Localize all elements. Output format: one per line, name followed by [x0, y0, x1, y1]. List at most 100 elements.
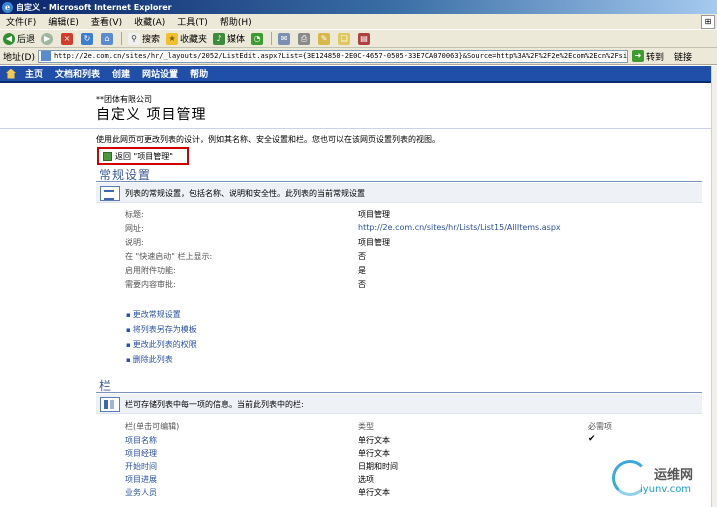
setting-value-title: 项目管理: [358, 210, 390, 219]
columns-icon: [100, 397, 120, 412]
change-permissions-link[interactable]: 更改此列表的权限: [126, 339, 197, 350]
edit-icon: ✎: [318, 32, 331, 45]
back-link-box[interactable]: 返回 "项目管理": [97, 147, 189, 165]
nav-documents-lists[interactable]: 文档和列表: [49, 67, 106, 80]
column-type: 选项: [358, 475, 374, 484]
media-button[interactable]: ♪ 媒体: [213, 32, 245, 45]
mail-icon: ✉: [278, 32, 291, 45]
setting-label-approval: 需要内容审批:: [125, 280, 176, 289]
setting-value-approval: 否: [358, 280, 366, 289]
mail-button[interactable]: ✉: [278, 32, 292, 45]
change-general-settings-link[interactable]: 更改常规设置: [126, 309, 181, 320]
address-bar: 地址(D) http://2e.com.cn/sites/hr/_layouts…: [0, 48, 717, 65]
delete-list-link[interactable]: 删除此列表: [126, 354, 173, 365]
refresh-button[interactable]: ↻: [81, 32, 95, 45]
column-header-type: 类型: [358, 422, 374, 431]
stop-button[interactable]: ×: [61, 32, 75, 45]
discuss-button[interactable]: ❏: [338, 32, 352, 45]
page-icon: [40, 51, 51, 61]
nav-home[interactable]: 主页: [19, 67, 49, 80]
print-button[interactable]: ⎙: [298, 32, 312, 45]
column-name-link[interactable]: 项目经理: [125, 448, 157, 459]
nav-help[interactable]: 帮助: [184, 67, 214, 80]
media-icon: ♪: [213, 32, 226, 45]
page-description: 使用此网页可更改列表的设计，例如其名称、安全设置和栏。您也可以在该网页设置列表的…: [96, 135, 440, 144]
address-input[interactable]: http://2e.com.cn/sites/hr/_layouts/2052/…: [37, 49, 628, 63]
ie-icon: e: [2, 1, 13, 13]
search-icon: ⚲: [128, 32, 141, 45]
discuss-icon: ❏: [338, 32, 351, 45]
stop-icon: ×: [61, 32, 74, 45]
menu-help[interactable]: 帮助(H): [214, 15, 258, 28]
favorites-button[interactable]: ★ 收藏夹: [166, 32, 207, 45]
column-type: 单行文本: [358, 488, 390, 497]
home-button[interactable]: ⌂: [101, 32, 115, 45]
menu-edit[interactable]: 编辑(E): [42, 15, 85, 28]
watermark: 运维网 iyunv.com: [604, 456, 712, 504]
nav-create[interactable]: 创建: [106, 67, 136, 80]
left-pane: [0, 130, 90, 507]
setting-value-quicklaunch: 否: [358, 252, 366, 261]
print-icon: ⎙: [298, 32, 311, 45]
back-button[interactable]: ◀ 后退: [3, 32, 35, 45]
menu-favorites[interactable]: 收藏(A): [128, 15, 171, 28]
home-nav-icon: [6, 68, 16, 79]
address-url: http://2e.com.cn/sites/hr/_layouts/2052/…: [53, 52, 628, 60]
page-title: 自定义 项目管理: [96, 107, 207, 123]
column-name-link[interactable]: 开始时间: [125, 461, 157, 472]
setting-label-description: 说明:: [125, 238, 144, 247]
check-icon: ✔: [588, 434, 596, 444]
search-button[interactable]: ⚲ 搜索: [128, 32, 160, 45]
window-title: 自定义 - Microsoft Internet Explorer: [16, 2, 172, 12]
watermark-name: 运维网: [654, 468, 694, 483]
menu-file[interactable]: 文件(F): [0, 15, 42, 28]
menu-tools[interactable]: 工具(T): [171, 15, 214, 28]
column-name-link[interactable]: 项目名称: [125, 435, 157, 446]
toolbar-separator: [121, 32, 123, 45]
setting-label-title: 标题:: [125, 210, 144, 219]
setting-label-url: 网址:: [125, 224, 144, 233]
column-header-name: 栏(单击可编辑): [125, 422, 180, 431]
menu-bar: 文件(F) 编辑(E) 查看(V) 收藏(A) 工具(T) 帮助(H): [0, 14, 717, 30]
forward-arrow-icon: ▶: [41, 32, 54, 45]
window-titlebar: e 自定义 - Microsoft Internet Explorer: [0, 0, 717, 14]
menu-view[interactable]: 查看(V): [85, 15, 128, 28]
setting-value-attachments: 是: [358, 266, 366, 275]
settings-icon: [100, 186, 120, 201]
history-button[interactable]: ◔: [251, 32, 265, 45]
search-label: 搜索: [142, 35, 161, 45]
back-link[interactable]: 返回 "项目管理": [115, 151, 173, 162]
windows-logo-icon: ⊞: [701, 15, 715, 29]
history-icon: ◔: [251, 32, 264, 45]
go-button[interactable]: ➜ 转到: [631, 50, 664, 63]
edit-button[interactable]: ✎: [318, 32, 332, 45]
setting-value-url[interactable]: http://2e.com.cn/sites/hr/Lists/List15/A…: [358, 223, 561, 232]
research-icon: ▤: [358, 32, 371, 45]
section-rule: [96, 181, 702, 182]
vertical-scrollbar[interactable]: [711, 66, 717, 507]
back-list-icon: [103, 151, 112, 161]
setting-label-quicklaunch: 在 "快速启动" 栏上显示:: [125, 252, 213, 261]
go-arrow-icon: ➜: [631, 50, 644, 62]
general-settings-description: 列表的常规设置，包括名称、说明和安全性。此列表的当前常规设置: [125, 189, 365, 198]
column-name-link[interactable]: 业务人员: [125, 487, 157, 498]
media-label: 媒体: [227, 35, 246, 45]
forward-button[interactable]: ▶: [41, 32, 55, 45]
links-button[interactable]: 链接: [674, 50, 692, 63]
sharepoint-nav: 主页 文档和列表 创建 网站设置 帮助: [0, 66, 711, 83]
back-arrow-icon: ◀: [3, 32, 15, 45]
browser-toolbar: ◀ 后退 ▶ × ↻ ⌂ ⚲ 搜索 ★ 收藏夹 ♪ 媒体 ◔ ✉ ⎙ ✎ ❏ ▤: [0, 30, 717, 48]
back-label: 后退: [17, 35, 36, 45]
column-name-link[interactable]: 项目进展: [125, 474, 157, 485]
home-icon: ⌂: [101, 32, 114, 45]
refresh-icon: ↻: [81, 32, 94, 45]
column-type: 日期和时间: [358, 462, 398, 471]
setting-label-attachments: 启用附件功能:: [125, 266, 176, 275]
research-button[interactable]: ▤: [358, 32, 372, 45]
nav-site-settings[interactable]: 网站设置: [136, 67, 184, 80]
save-as-template-link[interactable]: 将列表另存为模板: [126, 324, 197, 335]
column-header-required: 必需项: [588, 422, 612, 431]
columns-description: 栏可存储列表中每一项的信息。当前此列表中的栏:: [125, 400, 304, 409]
column-type: 单行文本: [358, 449, 390, 458]
setting-value-description: 项目管理: [358, 238, 390, 247]
